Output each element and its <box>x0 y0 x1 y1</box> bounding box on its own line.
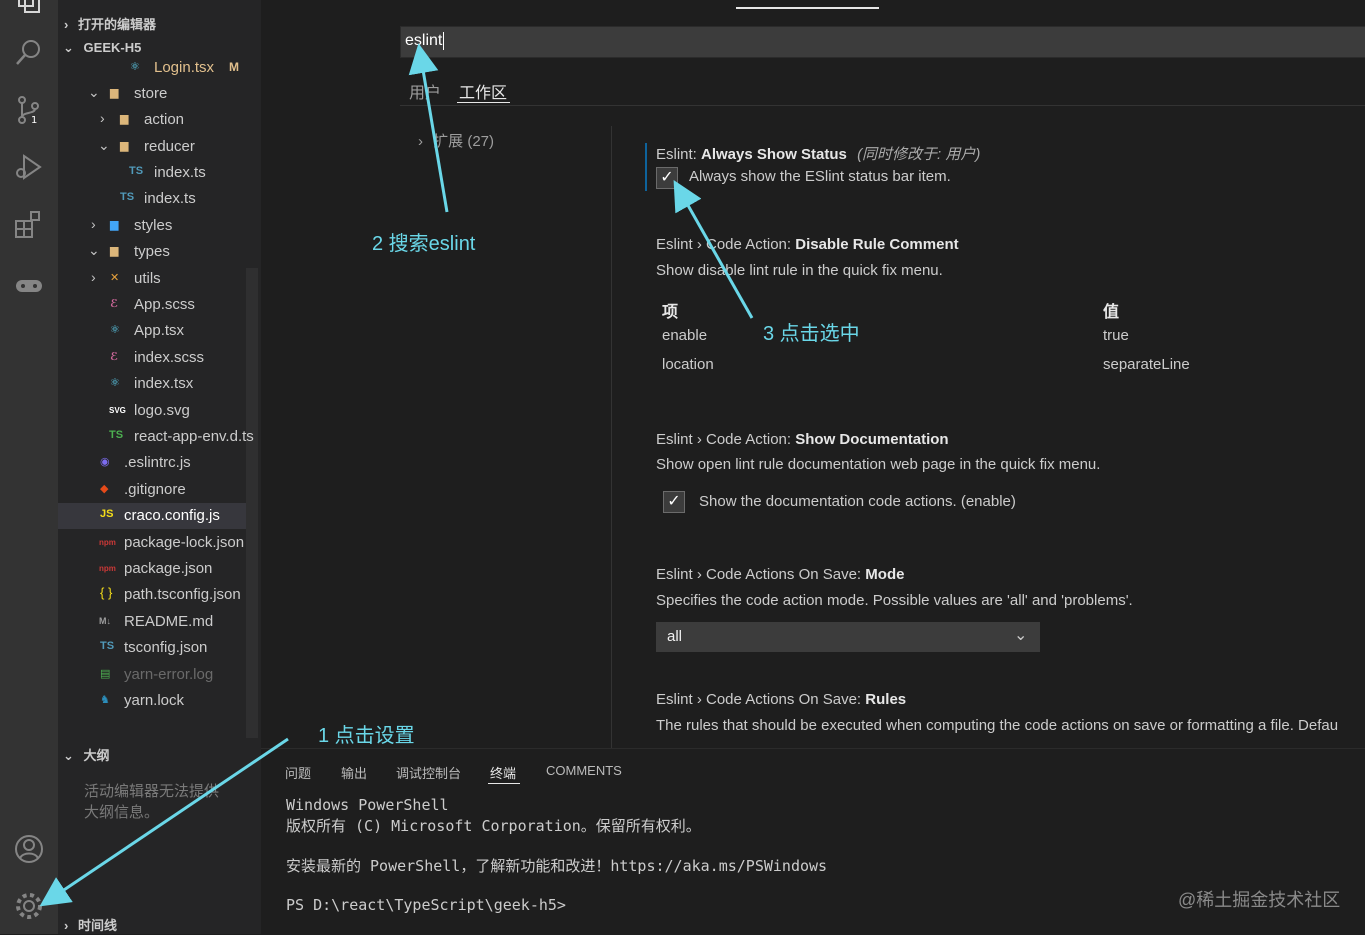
watermark: @稀土掘金技术社区 <box>1178 890 1341 910</box>
annotation-step3: 3 点击选中 <box>763 323 860 345</box>
annotation-arrows <box>39 43 754 907</box>
arrow-step1 <box>39 737 289 907</box>
annotation-step2: 2 搜索eslint <box>372 233 476 255</box>
arrow-step3 <box>673 179 754 319</box>
annotation-step1: 1 点击设置 <box>318 725 415 747</box>
arrow-step2 <box>408 43 449 213</box>
